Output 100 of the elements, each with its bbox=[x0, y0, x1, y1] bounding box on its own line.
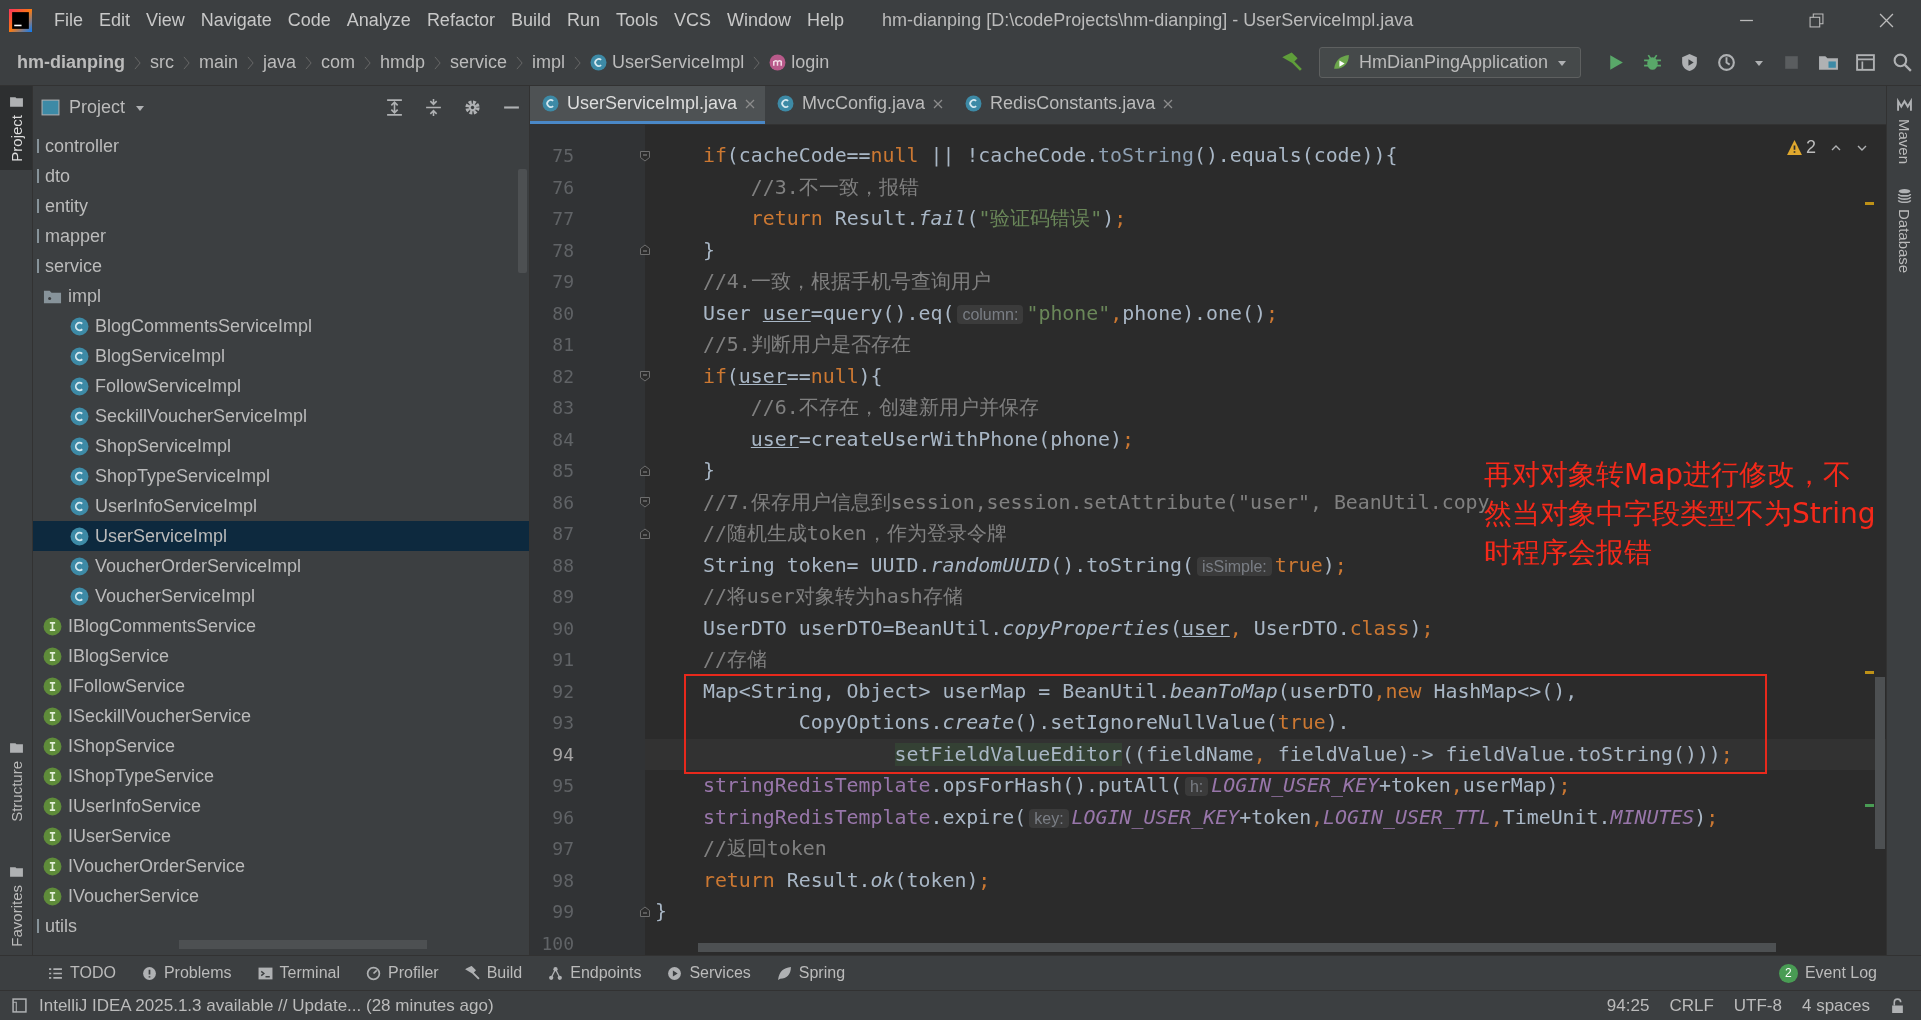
menu-item[interactable]: Run bbox=[558, 9, 608, 31]
tool-window-button[interactable]: Terminal bbox=[257, 964, 340, 982]
menu-item[interactable]: Analyze bbox=[338, 9, 419, 31]
window-icon[interactable] bbox=[1855, 52, 1876, 73]
tree-item[interactable]: entity bbox=[33, 191, 529, 221]
tree-item[interactable]: IShopTypeService bbox=[33, 761, 529, 791]
tool-window-button[interactable]: Build bbox=[464, 964, 523, 982]
tool-window-button[interactable]: Problems bbox=[141, 964, 232, 982]
scrollbar[interactable] bbox=[1875, 677, 1885, 849]
breadcrumb-item[interactable]: UserServiceImpl bbox=[590, 52, 745, 73]
run-configuration-dropdown[interactable]: HmDianPingApplication bbox=[1318, 47, 1581, 78]
tool-window-tab[interactable]: Project bbox=[0, 86, 32, 170]
tool-window-tab[interactable]: Database bbox=[1887, 176, 1921, 286]
tool-window-button[interactable]: Services bbox=[667, 964, 751, 982]
menu-item[interactable]: Tools bbox=[607, 9, 666, 31]
breadcrumb-item[interactable]: login bbox=[769, 52, 830, 73]
menu-item[interactable]: Code bbox=[279, 9, 339, 31]
fold-marker-icon[interactable] bbox=[639, 905, 651, 918]
lock-icon[interactable] bbox=[1890, 998, 1905, 1013]
status-item[interactable]: UTF-8 bbox=[1733, 995, 1782, 1016]
breadcrumb-item[interactable]: src bbox=[150, 52, 174, 73]
search-icon[interactable] bbox=[1892, 52, 1913, 73]
breadcrumb-item[interactable]: hmdp bbox=[380, 52, 426, 73]
event-log-button[interactable]: 2 Event Log bbox=[1778, 963, 1877, 983]
tree-item[interactable]: IBlogService bbox=[33, 641, 529, 671]
menu-item[interactable]: File bbox=[46, 9, 91, 31]
menu-item[interactable]: Build bbox=[502, 9, 559, 31]
menu-item[interactable]: View bbox=[138, 9, 193, 31]
tree-item[interactable]: ShopTypeServiceImpl bbox=[33, 461, 529, 491]
fold-marker-icon[interactable] bbox=[639, 244, 651, 257]
tool-window-button[interactable]: Profiler bbox=[366, 964, 439, 982]
fold-marker-icon[interactable] bbox=[639, 496, 651, 509]
breadcrumb-item[interactable]: main bbox=[199, 52, 238, 73]
tree-item[interactable]: IUserInfoService bbox=[33, 791, 529, 821]
breadcrumb-item[interactable]: service bbox=[450, 52, 508, 73]
tool-window-button[interactable]: Endpoints bbox=[548, 964, 642, 982]
status-message[interactable]: IntelliJ IDEA 2025.1.3 available // Update... (28 minutes ago) bbox=[39, 995, 494, 1016]
warning-count[interactable]: 2 bbox=[1786, 137, 1816, 158]
settings-icon[interactable] bbox=[463, 98, 482, 117]
scrollbar[interactable] bbox=[698, 943, 1776, 952]
close-icon[interactable] bbox=[1163, 98, 1174, 109]
tree-item[interactable]: VoucherServiceImpl bbox=[33, 581, 529, 611]
menu-item[interactable]: Window bbox=[719, 9, 800, 31]
status-item[interactable]: 94:25 bbox=[1606, 995, 1650, 1016]
menu-item[interactable]: Navigate bbox=[192, 9, 280, 31]
tree-item[interactable]: IBlogCommentsService bbox=[33, 611, 529, 641]
collapse-all-icon[interactable] bbox=[424, 98, 443, 117]
clock-icon[interactable] bbox=[1716, 52, 1737, 73]
breadcrumb-item[interactable]: com bbox=[321, 52, 356, 73]
tool-window-button[interactable]: Spring bbox=[776, 964, 846, 982]
tree-item[interactable]: service bbox=[33, 251, 529, 281]
fold-marker-icon[interactable] bbox=[639, 464, 651, 477]
tree-item[interactable]: SeckillVoucherServiceImpl bbox=[33, 401, 529, 431]
tool-window-tab[interactable]: Favorites bbox=[0, 856, 32, 955]
tree-item[interactable]: FollowServiceImpl bbox=[33, 371, 529, 401]
panel-title-dropdown[interactable]: Project bbox=[41, 97, 147, 118]
tree-item[interactable]: IVoucherOrderService bbox=[33, 851, 529, 881]
tool-window-tab[interactable]: Structure bbox=[0, 732, 32, 831]
fold-marker-icon[interactable] bbox=[639, 527, 651, 540]
tree-item[interactable]: controller bbox=[33, 131, 529, 161]
tree-item[interactable]: UserInfoServiceImpl bbox=[33, 491, 529, 521]
fold-marker-icon[interactable] bbox=[639, 370, 651, 383]
expand-all-icon[interactable] bbox=[385, 98, 404, 117]
interface-icon bbox=[43, 736, 62, 756]
app-logo-icon[interactable] bbox=[9, 8, 32, 32]
menu-item[interactable]: Refactor bbox=[418, 9, 503, 31]
tree-item[interactable]: ShopServiceImpl bbox=[33, 431, 529, 461]
breadcrumb-item[interactable]: java bbox=[263, 52, 297, 73]
status-item[interactable]: 4 spaces bbox=[1801, 995, 1870, 1016]
tree-item[interactable]: IVoucherService bbox=[33, 881, 529, 911]
tree-item[interactable]: BlogCommentsServiceImpl bbox=[33, 311, 529, 341]
menu-item[interactable]: VCS bbox=[666, 9, 719, 31]
panel-toggle-icon[interactable] bbox=[12, 998, 27, 1013]
close-icon[interactable] bbox=[933, 98, 944, 109]
tree-item[interactable]: BlogServiceImpl bbox=[33, 341, 529, 371]
tree-item[interactable]: IShopService bbox=[33, 731, 529, 761]
tree-item[interactable]: dto bbox=[33, 161, 529, 191]
close-icon[interactable] bbox=[745, 98, 756, 109]
hammer-icon[interactable] bbox=[1281, 52, 1303, 73]
tree-item[interactable]: IFollowService bbox=[33, 671, 529, 701]
tree-item[interactable]: IUserService bbox=[33, 821, 529, 851]
breadcrumb-item[interactable]: impl bbox=[532, 52, 566, 73]
status-item[interactable]: CRLF bbox=[1669, 995, 1714, 1016]
breadcrumb-item[interactable]: hm-dianping bbox=[17, 52, 125, 73]
tree-item[interactable]: mapper bbox=[33, 221, 529, 251]
tree-item[interactable]: VoucherOrderServiceImpl bbox=[33, 551, 529, 581]
tree-item[interactable]: utils bbox=[33, 911, 529, 941]
tool-window-button[interactable]: TODO bbox=[48, 964, 116, 982]
menu-item[interactable]: Help bbox=[799, 9, 853, 31]
editor-tab[interactable]: MvcConfig.java bbox=[765, 86, 954, 124]
tree-item[interactable]: impl bbox=[33, 281, 529, 311]
tool-window-tab[interactable]: Maven bbox=[1887, 86, 1921, 177]
menu-item[interactable]: Edit bbox=[91, 9, 139, 31]
bug-icon[interactable] bbox=[1642, 52, 1663, 73]
editor-tab[interactable]: UserServiceImpl.java bbox=[530, 86, 766, 124]
shield-icon[interactable] bbox=[1679, 52, 1700, 73]
fold-marker-icon[interactable] bbox=[639, 149, 651, 162]
tree-item[interactable]: UserServiceImpl bbox=[33, 521, 529, 551]
editor-tab[interactable]: RedisConstants.java bbox=[953, 86, 1184, 124]
tree-item[interactable]: ISeckillVoucherService bbox=[33, 701, 529, 731]
